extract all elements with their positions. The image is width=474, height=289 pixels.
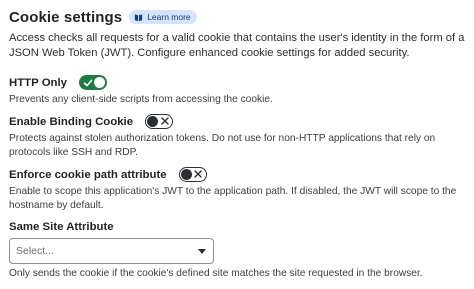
- x-icon: [194, 170, 202, 178]
- same-site-select[interactable]: Select...: [9, 238, 214, 264]
- cookie-path-toggle[interactable]: [178, 167, 207, 182]
- setting-http-only: HTTP Only Prevents any client-side scrip…: [9, 74, 465, 107]
- learn-more-link[interactable]: Learn more: [129, 10, 197, 24]
- cookie-settings-panel: Cookie settings Learn more Access checks…: [0, 0, 474, 289]
- toggle-knob: [147, 115, 159, 127]
- same-site-help: Only sends the cookie if the cookie's de…: [9, 268, 423, 279]
- setting-cookie-path: Enforce cookie path attribute Enable to …: [9, 166, 465, 213]
- setting-help: Prevents any client-side scripts from ac…: [9, 94, 273, 105]
- toggle-knob: [180, 168, 192, 180]
- binding-cookie-toggle[interactable]: [145, 114, 174, 129]
- select-placeholder: Select...: [16, 245, 54, 257]
- x-icon: [160, 117, 169, 125]
- setting-binding-cookie: Enable Binding Cookie Protects against s…: [9, 113, 465, 160]
- toggle-knob: [94, 77, 106, 88]
- setting-label: Enable Binding Cookie: [9, 115, 134, 128]
- learn-more-label: Learn more: [147, 12, 191, 22]
- page-title: Cookie settings: [9, 8, 123, 26]
- chevron-down-icon: [198, 248, 206, 254]
- same-site-label: Same Site Attribute: [9, 221, 114, 233]
- check-icon: [83, 79, 93, 86]
- header: Cookie settings Learn more: [9, 7, 465, 27]
- setting-label: Enforce cookie path attribute: [9, 168, 167, 181]
- http-only-toggle[interactable]: [79, 75, 108, 90]
- setting-label: HTTP Only: [9, 76, 68, 89]
- setting-help: Protects against stolen authorization to…: [9, 133, 436, 158]
- setting-help: Enable to scope this application's JWT t…: [9, 186, 457, 211]
- book-icon: [135, 13, 143, 21]
- page-description: Access checks all requests for a valid c…: [9, 32, 465, 59]
